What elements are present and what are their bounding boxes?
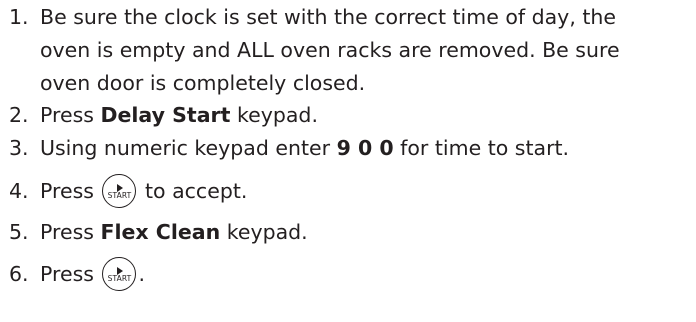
step-number: 2. [9, 103, 29, 127]
step-text: Press START to accept. [40, 174, 247, 208]
delay-start-keypad-label: Delay Start [100, 103, 231, 127]
step-text-prefix: Press [40, 103, 101, 127]
step-text-prefix: Press [40, 262, 101, 286]
step-number: 5. [9, 220, 29, 244]
start-key-label: START [107, 191, 132, 200]
flex-clean-keypad-label: Flex Clean [100, 220, 221, 244]
step-text-prefix: Using numeric keypad enter [40, 136, 337, 160]
step-text-prefix: Press [40, 220, 101, 244]
step-text: Press Flex Clean keypad. [40, 215, 308, 249]
start-key-label: START [107, 274, 132, 283]
step-text-line: oven is empty and ALL oven racks are rem… [40, 38, 620, 62]
start-key-icon: START [102, 174, 137, 208]
instruction-list: 1. Be sure the clock is set with the cor… [0, 0, 696, 322]
step-number: 6. [9, 262, 29, 286]
step-text-suffix: to accept. [138, 179, 248, 203]
step-text-suffix: keypad. [230, 103, 318, 127]
step-text: Press START. [40, 257, 145, 291]
step-text-suffix: . [138, 262, 146, 286]
start-key-icon: START [102, 257, 137, 291]
step-number: 1. [9, 5, 29, 29]
step-number: 4. [9, 179, 29, 203]
time-value: 9 0 0 [336, 136, 394, 160]
step-text: Using numeric keypad enter 9 0 0 for tim… [40, 131, 569, 165]
step-text-line: Be sure the clock is set with the correc… [40, 5, 616, 29]
step-text-suffix: keypad. [220, 220, 308, 244]
step-text-suffix: for time to start. [393, 136, 570, 160]
step-text-line: oven door is completely closed. [40, 71, 366, 95]
step-text-prefix: Press [40, 179, 101, 203]
step-number: 3. [9, 136, 29, 160]
step-text: Press Delay Start keypad. [40, 98, 318, 132]
